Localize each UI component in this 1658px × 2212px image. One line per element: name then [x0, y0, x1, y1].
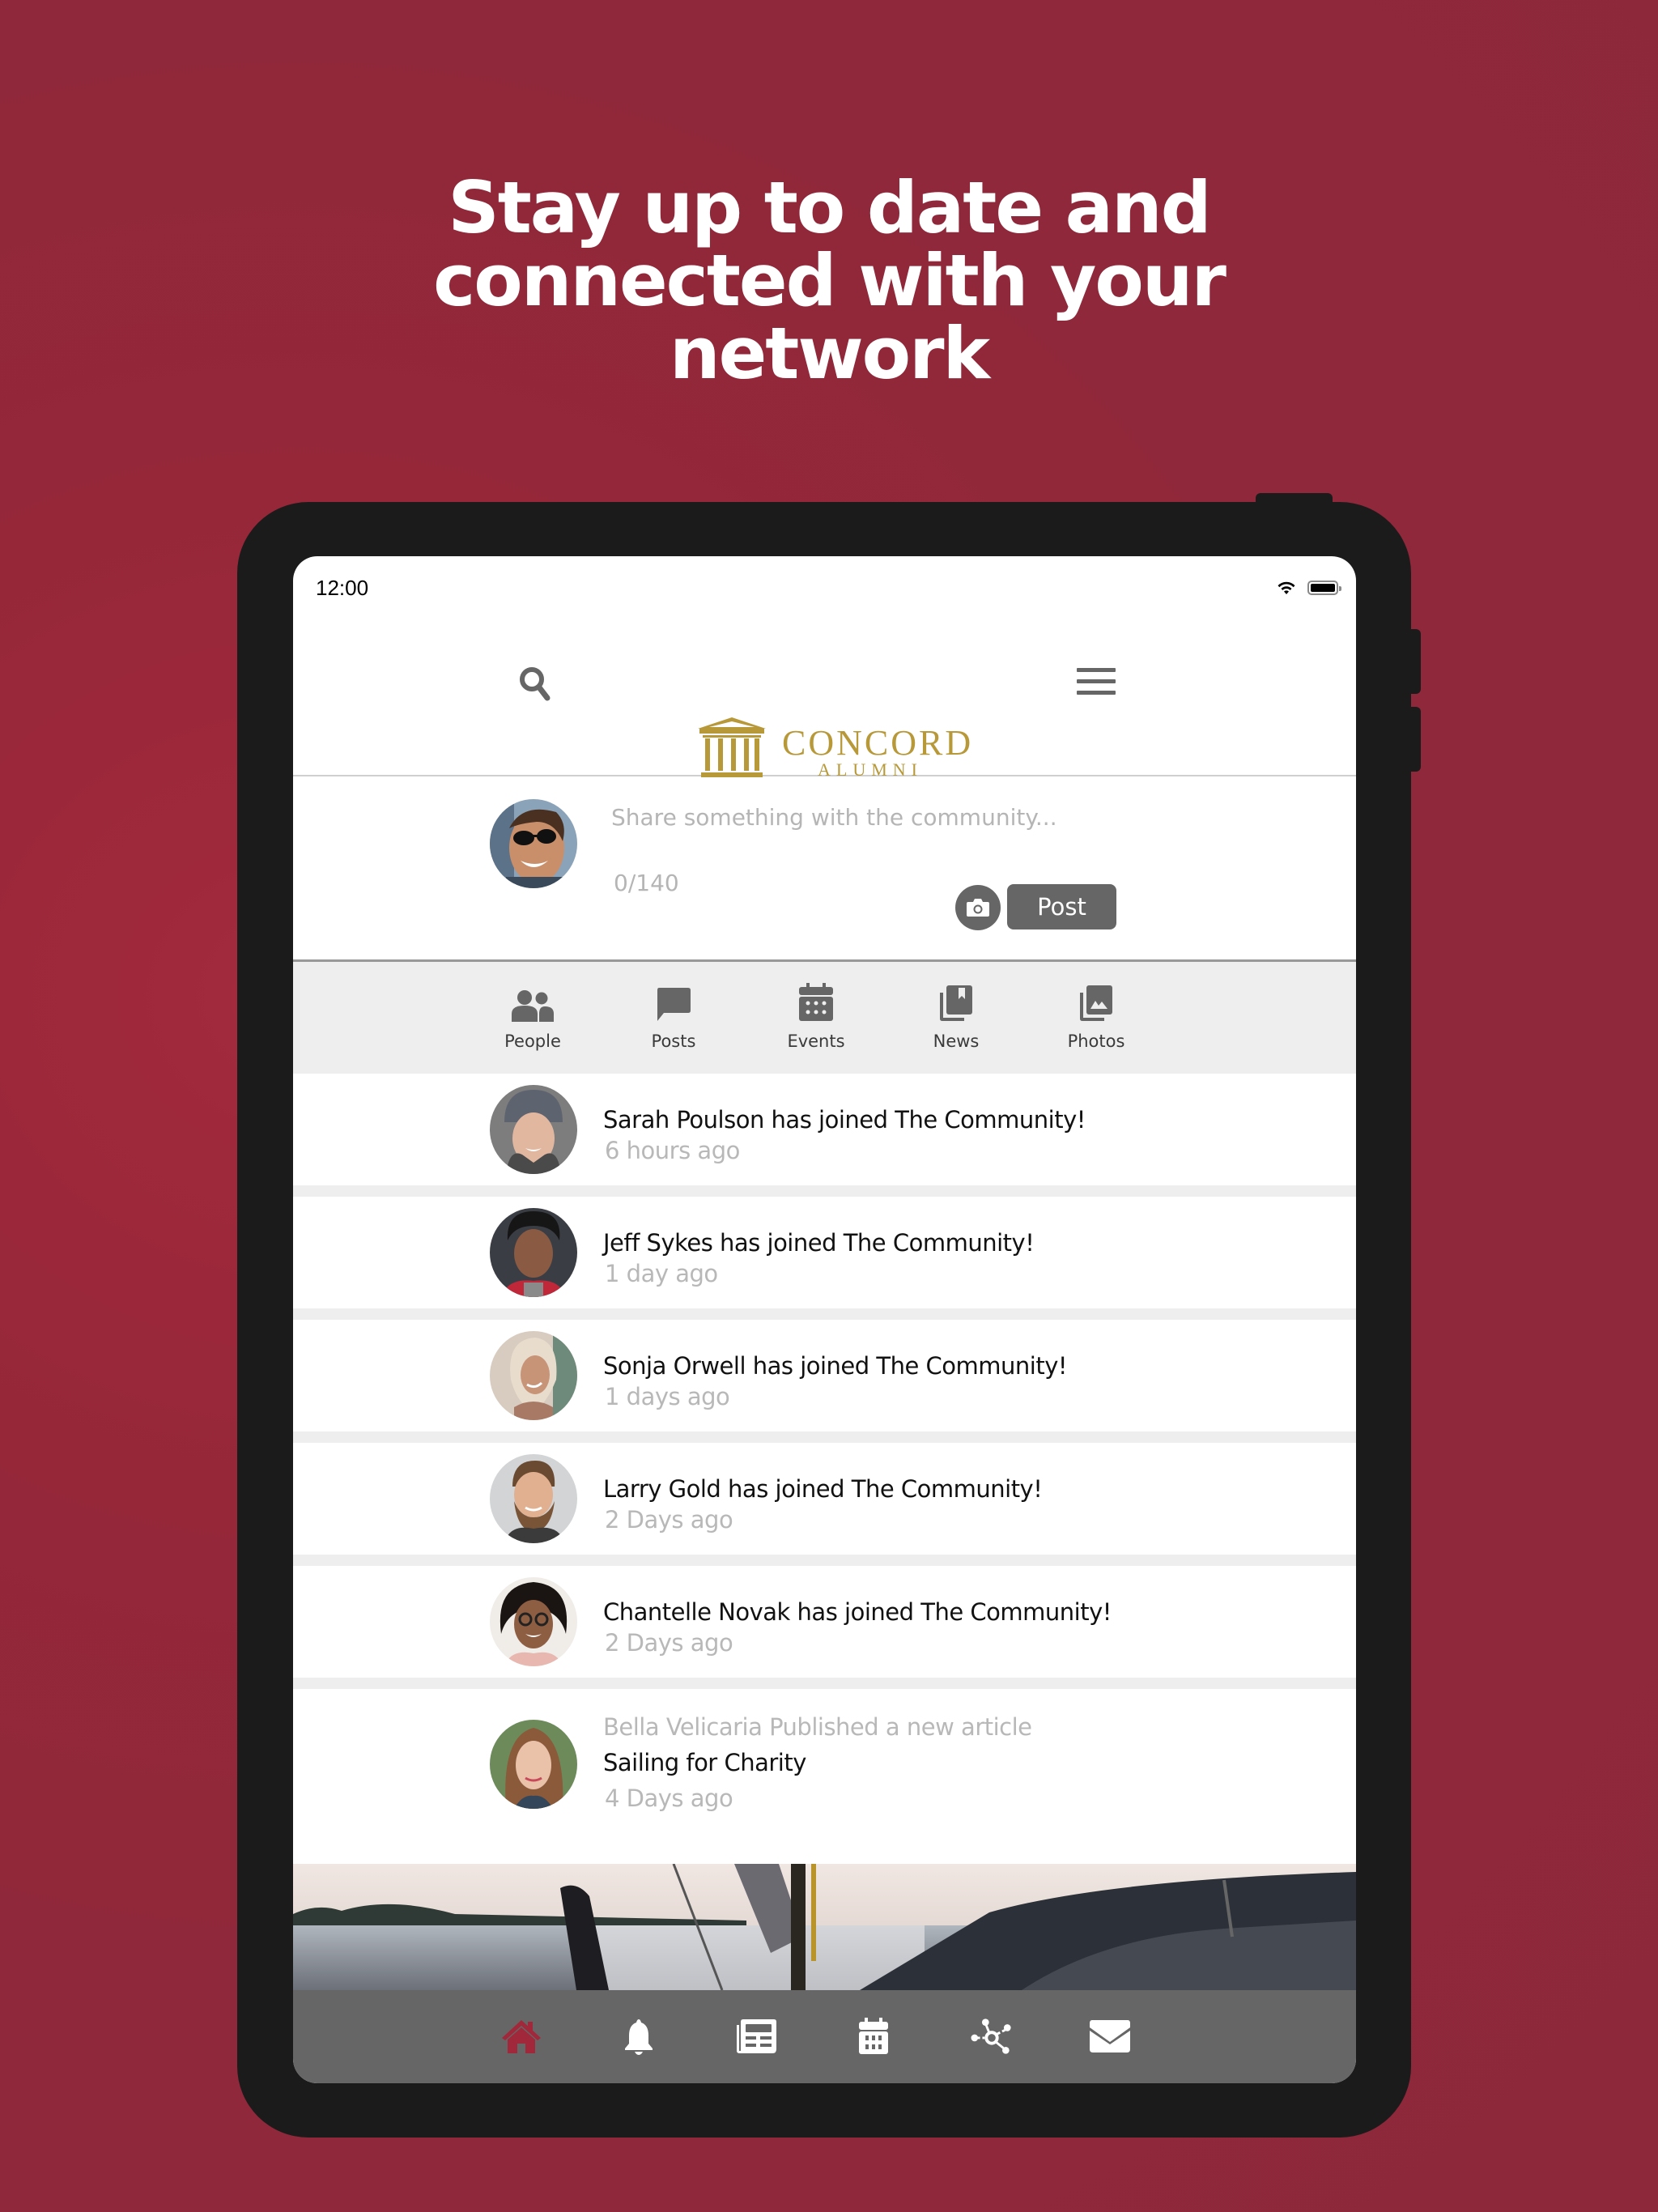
author-avatar[interactable]: [490, 1720, 577, 1809]
headline-line-3: network: [669, 312, 990, 395]
member-avatar[interactable]: [490, 1085, 577, 1174]
feed-item-title: Sarah Poulson has joined The Community!: [603, 1106, 1086, 1134]
sailboat-photo: [293, 1864, 1356, 1990]
tab-label: Photos: [1067, 1032, 1125, 1051]
bottom-navigation: [293, 1990, 1356, 2083]
nav-events[interactable]: [852, 2016, 895, 2057]
calendar-icon: [859, 2018, 888, 2054]
headline-line-2: connected with your: [433, 239, 1226, 322]
category-tabs: People Posts Events News Photos: [293, 962, 1356, 1074]
attach-photo-button[interactable]: [955, 885, 1001, 930]
wifi-icon: [1278, 581, 1295, 594]
feed-article-item[interactable]: Bella Velicaria Published a new article …: [293, 1689, 1356, 1856]
feed-item[interactable]: Chantelle Novak has joined The Community…: [293, 1566, 1356, 1689]
logo-wordmark: CONCORD: [782, 723, 974, 763]
search-icon: [520, 667, 551, 701]
tab-events[interactable]: Events: [759, 980, 873, 1051]
feed-item[interactable]: Larry Gold has joined The Community! 2 D…: [293, 1443, 1356, 1566]
article-meta: Bella Velicaria Published a new article: [603, 1713, 1032, 1741]
tab-label: News: [933, 1032, 980, 1051]
mail-icon: [1090, 2020, 1130, 2052]
people-icon: [512, 990, 554, 1022]
nav-messages[interactable]: [1089, 2016, 1131, 2057]
menu-button[interactable]: [1077, 668, 1116, 697]
member-avatar[interactable]: [490, 1208, 577, 1297]
nav-home[interactable]: [500, 2016, 542, 2057]
article-title[interactable]: Sailing for Charity: [603, 1749, 806, 1776]
feed-item-time: 2 Days ago: [605, 1629, 733, 1657]
feed-item-time: 1 day ago: [605, 1260, 718, 1287]
menu-icon: [1077, 668, 1116, 695]
tab-news[interactable]: News: [899, 980, 1013, 1051]
nav-network[interactable]: [971, 2016, 1013, 2057]
tab-label: Posts: [651, 1032, 696, 1051]
feed-item-time: 6 hours ago: [605, 1137, 740, 1164]
pillar-building-icon: [698, 717, 766, 777]
feed-item[interactable]: Sonja Orwell has joined The Community! 1…: [293, 1320, 1356, 1443]
photos-icon: [1080, 985, 1112, 1021]
tab-posts[interactable]: Posts: [617, 980, 730, 1051]
member-avatar[interactable]: [490, 1454, 577, 1543]
nav-news[interactable]: [735, 2016, 777, 2057]
calendar-icon: [799, 983, 833, 1021]
search-button[interactable]: [517, 665, 553, 704]
feed-item[interactable]: Sarah Poulson has joined The Community! …: [293, 1074, 1356, 1197]
character-counter: 0/140: [614, 870, 679, 896]
feed-item-time: 2 Days ago: [605, 1506, 733, 1534]
bell-icon: [625, 2019, 653, 2055]
feed-item-title: Larry Gold has joined The Community!: [603, 1475, 1043, 1503]
status-time: 12:00: [316, 576, 369, 600]
chat-bubble-icon: [657, 988, 691, 1021]
tab-label: Events: [787, 1032, 845, 1051]
member-avatar[interactable]: [490, 1577, 577, 1666]
user-avatar[interactable]: [490, 799, 577, 888]
tab-people[interactable]: People: [476, 980, 589, 1051]
home-icon: [502, 2020, 541, 2053]
app-header: CONCORD ALUMNI: [293, 621, 1356, 780]
headline-line-1: Stay up to date and: [448, 166, 1211, 249]
tab-label: People: [504, 1032, 561, 1051]
article-cover-image[interactable]: [293, 1864, 1356, 1990]
share-post-input[interactable]: [611, 801, 1178, 833]
network-icon: [971, 2018, 1011, 2054]
feed-item-title: Sonja Orwell has joined The Community!: [603, 1352, 1068, 1380]
nav-notifications[interactable]: [618, 2016, 660, 2057]
tab-photos[interactable]: Photos: [1039, 980, 1153, 1051]
member-avatar[interactable]: [490, 1331, 577, 1420]
feed-item-title: Jeff Sykes has joined The Community!: [603, 1229, 1035, 1257]
camera-icon: [967, 899, 989, 917]
feed-item-title: Chantelle Novak has joined The Community…: [603, 1598, 1112, 1626]
newspaper-icon: [737, 2019, 776, 2053]
status-icons: [1277, 581, 1341, 595]
headline: Stay up to date and connected with your …: [0, 172, 1658, 390]
feed-item-time: 1 days ago: [605, 1383, 730, 1410]
post-button[interactable]: Post: [1007, 884, 1116, 929]
battery-icon: [1307, 581, 1341, 595]
tablet-screen: 12:00 CONCORD ALUMNI Share something wit…: [293, 556, 1356, 2083]
post-composer: 0/140 Post: [293, 776, 1356, 962]
article-time: 4 Days ago: [605, 1784, 733, 1812]
news-icon: [940, 985, 972, 1021]
activity-feed: Sarah Poulson has joined The Community! …: [293, 1074, 1356, 1856]
feed-item[interactable]: Jeff Sykes has joined The Community! 1 d…: [293, 1197, 1356, 1320]
